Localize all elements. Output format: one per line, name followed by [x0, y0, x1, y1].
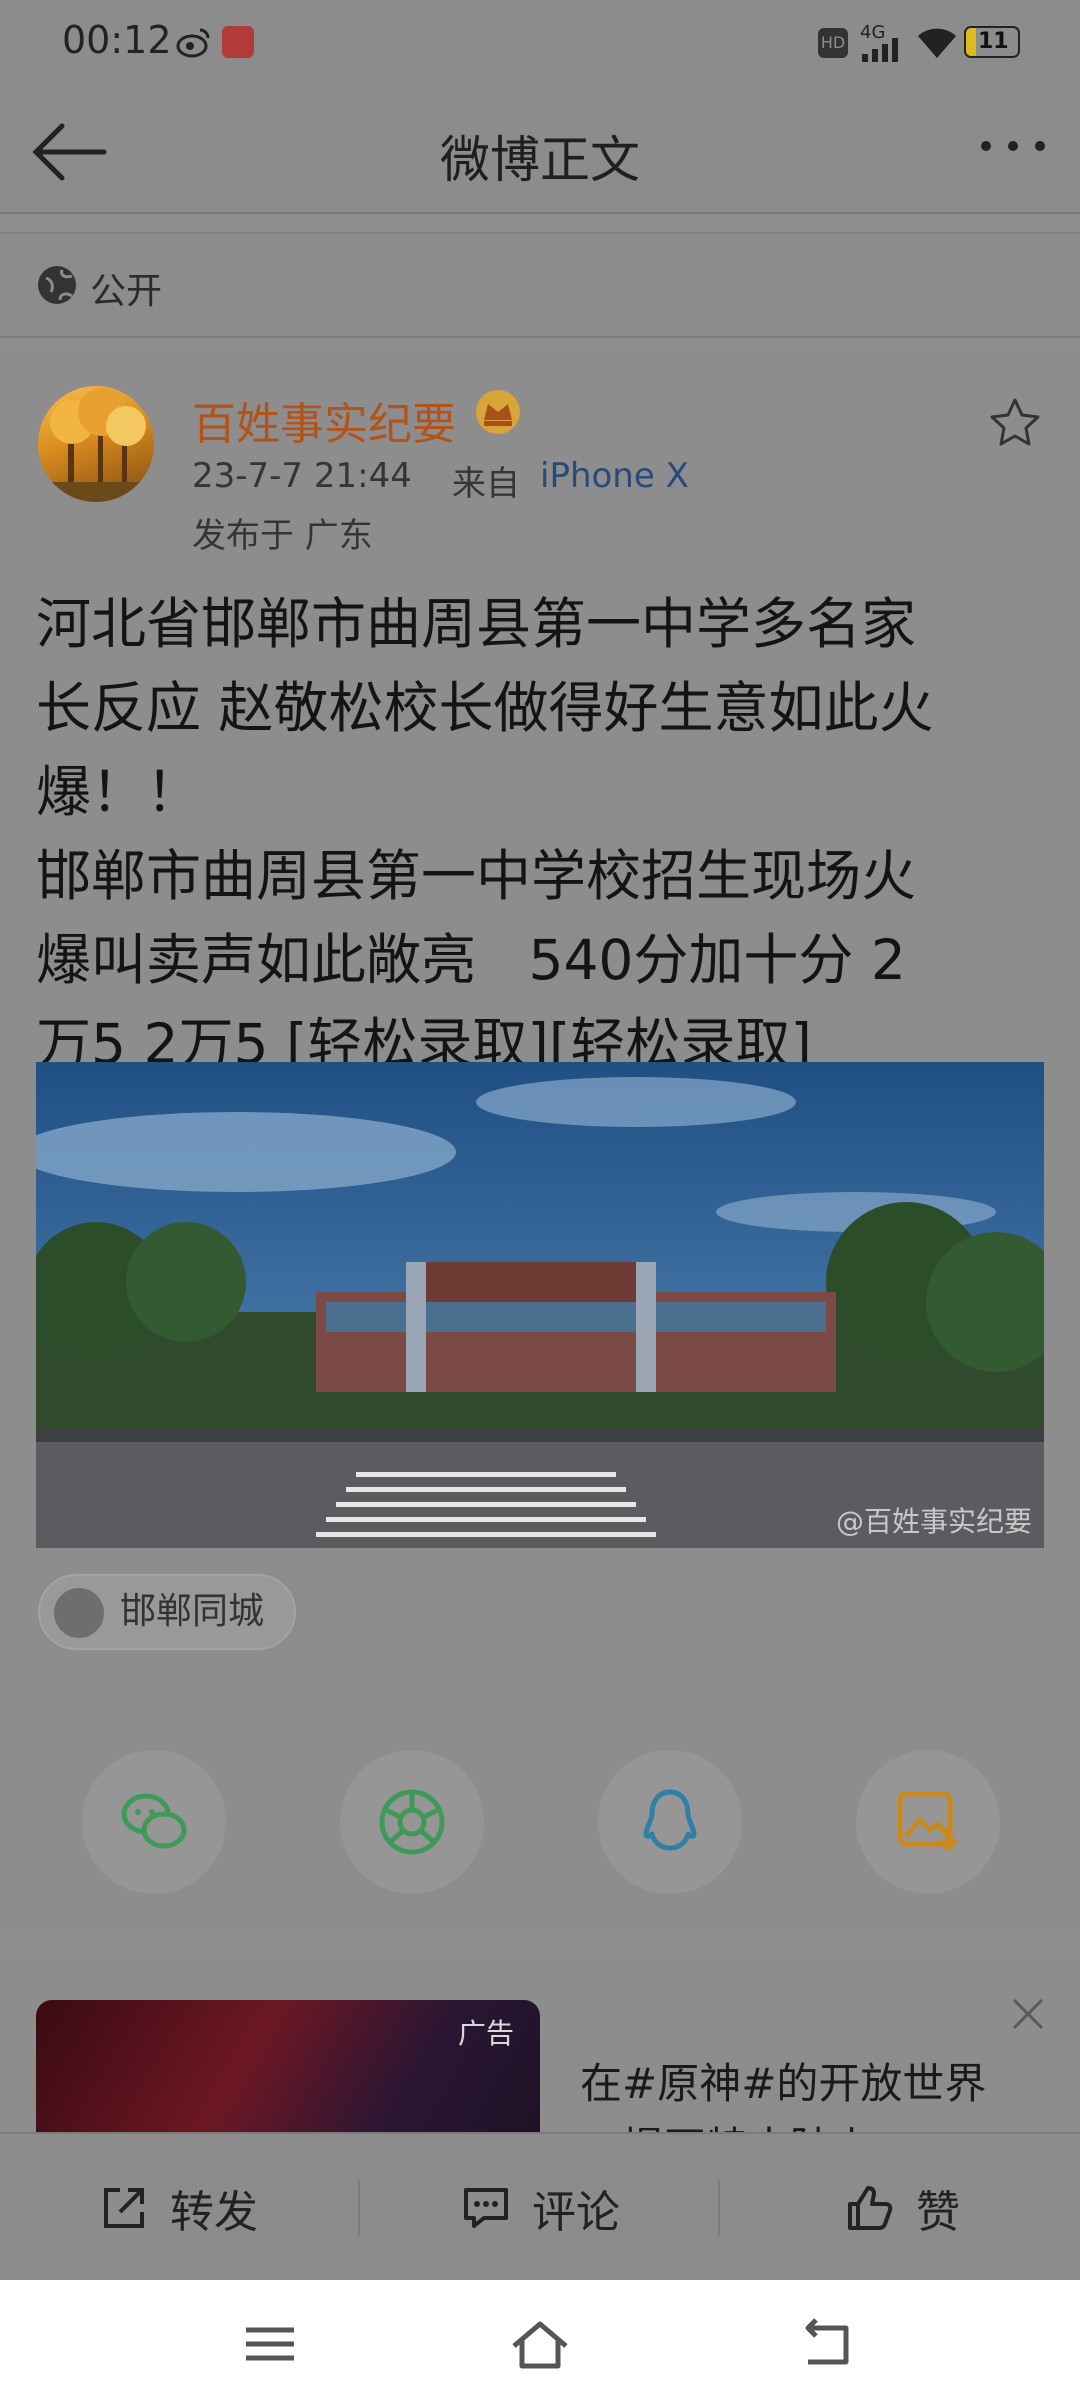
menu-icon[interactable] [240, 2318, 300, 2370]
hd-icon: HD [818, 28, 848, 58]
page-title: 微博正文 [440, 131, 640, 189]
battery-icon: 11 [964, 26, 1020, 58]
ad-text: 在#原神#的开放世界 ，提瓦特大陆上 [580, 2059, 987, 2132]
home-icon[interactable] [510, 2318, 570, 2370]
status-time: 00:12 [62, 18, 172, 62]
repost-button[interactable]: 转发 [98, 2178, 258, 2238]
comment-icon [464, 2188, 508, 2228]
battery-level: 11 [978, 29, 1009, 54]
like-button[interactable]: 赞 [844, 2178, 960, 2238]
weibo-icon [176, 28, 210, 58]
avatar[interactable] [38, 386, 154, 502]
comment-button[interactable]: 评论 [460, 2178, 620, 2238]
save-image-icon [897, 1791, 958, 1852]
post-location: 发布于 广东 [192, 516, 373, 556]
close-icon[interactable] [1010, 1996, 1046, 2032]
location-topic-tag[interactable]: 邯郸同城 [38, 1574, 297, 1650]
share-moments-button[interactable] [340, 1750, 484, 1894]
share-out-icon [104, 2188, 144, 2228]
author-name[interactable]: 百姓事实纪要 [192, 388, 456, 452]
system-navigation-bar [0, 2280, 1080, 2408]
status-bar: 00:12 HD 4G 11 [0, 0, 1080, 90]
divider [358, 2180, 360, 2236]
building-icon [54, 1588, 104, 1638]
post-text: 河北省邯郸市曲周县第一中学多名家 长反应 赵敬松校长做得好生意如此火 爆！！ 邯… [36, 592, 934, 1076]
vip-crown-icon [476, 390, 520, 434]
globe-icon [38, 266, 76, 304]
favorite-star-icon[interactable] [988, 396, 1042, 450]
image-watermark: @百姓事实纪要 [835, 1505, 1032, 1538]
post-source-label: 来自 [452, 464, 520, 504]
post-date: 23-7-7 21:44 [192, 456, 412, 496]
back-nav-icon[interactable] [796, 2318, 856, 2370]
top-nav-bar: 微博正文 [0, 90, 1080, 214]
signal-icon [862, 38, 898, 62]
post-action-bar: 转发 评论 赞 [0, 2132, 1080, 2280]
save-image-button[interactable] [856, 1750, 1000, 1894]
post-image[interactable]: @百姓事实纪要 [36, 1062, 1044, 1548]
wechat-icon [121, 1793, 187, 1849]
visibility-label: 公开 [90, 271, 163, 312]
app-notification-icon [222, 26, 254, 58]
school-gate-photo [36, 1062, 1044, 1548]
ad-card[interactable]: 广告 在#原神#的开放世界 ，提瓦特大陆上 [0, 1956, 1080, 2132]
thumbs-up-icon [848, 2186, 893, 2230]
visibility-row: 公开 [0, 232, 1080, 338]
moments-icon [379, 1789, 445, 1855]
divider [718, 2180, 720, 2236]
repost-label: 转发 [170, 2187, 258, 2238]
share-wechat-button[interactable] [82, 1750, 226, 1894]
share-qq-button[interactable] [598, 1750, 742, 1894]
wifi-icon [918, 28, 956, 58]
more-options-icon[interactable] [978, 136, 1048, 156]
comment-label: 评论 [532, 2187, 620, 2238]
topic-label: 邯郸同城 [120, 1591, 265, 1632]
like-label: 赞 [916, 2187, 960, 2238]
qq-icon [643, 1789, 697, 1851]
ad-badge: 广告 [458, 2017, 515, 2050]
post-device-link[interactable]: iPhone X [540, 456, 689, 496]
post-card: 百姓事实纪要 23-7-7 21:44 来自 iPhone X 发布于 广东 河… [0, 352, 1080, 1927]
